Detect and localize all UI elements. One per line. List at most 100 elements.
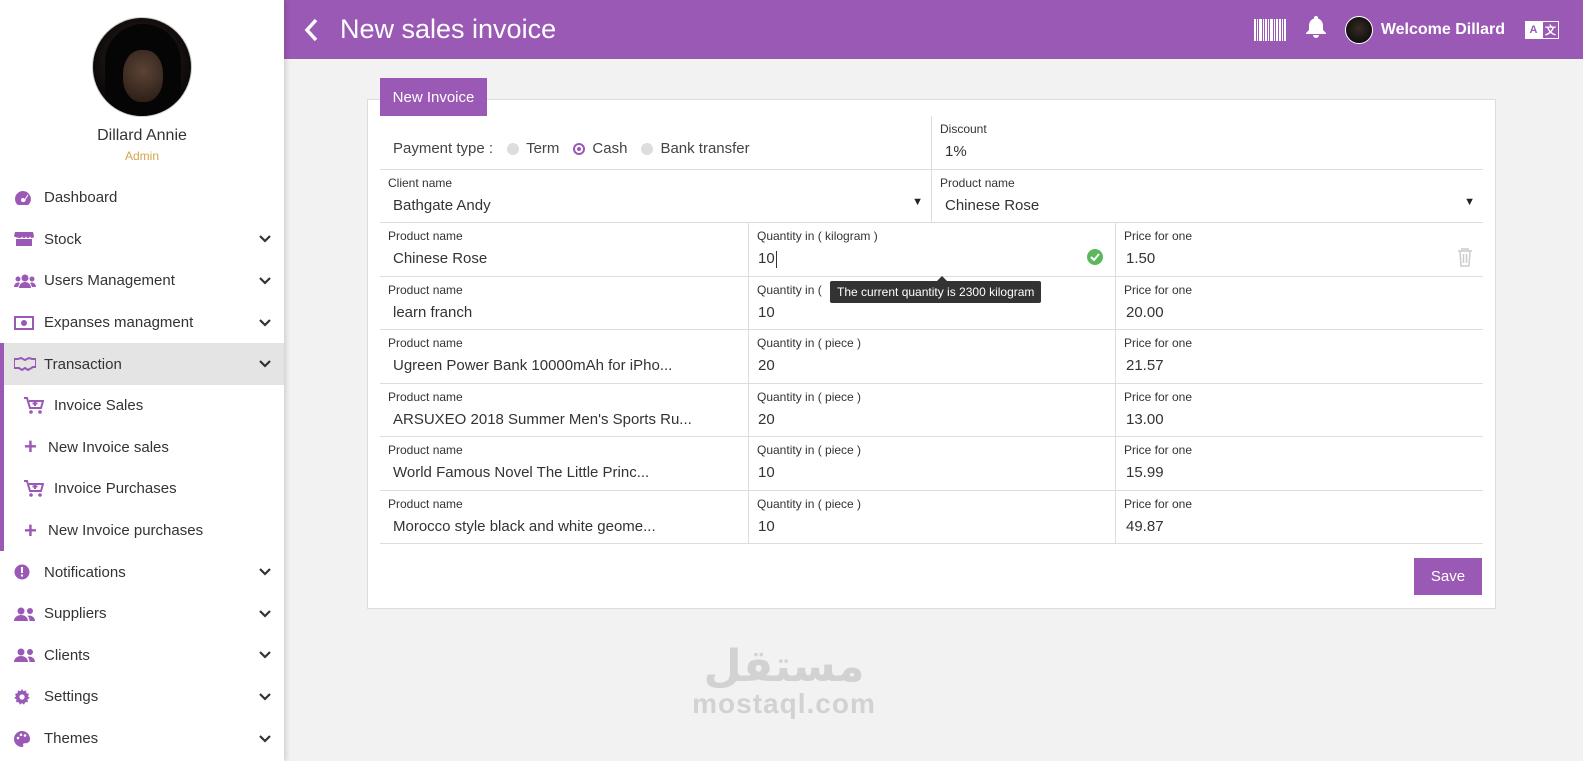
line-quantity-field[interactable]: Quantity in ( piece ) 20 <box>748 330 1115 383</box>
header-avatar[interactable] <box>1344 15 1373 44</box>
radio-bank-transfer[interactable] <box>641 142 654 155</box>
line-price-value[interactable]: 20.00 <box>1126 304 1164 321</box>
line-product-value[interactable]: Morocco style black and white geome... <box>393 518 656 535</box>
line-quantity-input[interactable]: 20 <box>758 411 775 428</box>
sidebar-item-clients[interactable]: Clients <box>0 635 284 677</box>
client-row: Client name Bathgate Andy ▼ Product name… <box>380 169 1483 223</box>
client-label: Client name <box>388 175 453 190</box>
line-price-value[interactable]: 13.00 <box>1126 411 1164 428</box>
line-product-field[interactable]: Product name ARSUXEO 2018 Summer Men's S… <box>380 384 748 437</box>
save-button[interactable]: Save <box>1414 558 1482 595</box>
line-quantity-input[interactable]: 20 <box>758 357 775 374</box>
sidebar-item-dashboard[interactable]: Dashboard <box>0 177 284 219</box>
radio-term-label[interactable]: Term <box>526 140 559 157</box>
sidebar-item-users-management[interactable]: Users Management <box>0 260 284 302</box>
line-quantity-input[interactable]: 10 <box>758 304 775 321</box>
plus-icon: + <box>24 517 37 543</box>
line-product-value[interactable]: learn franch <box>393 304 472 321</box>
line-price-label: Price for one <box>1124 389 1193 404</box>
line-price-field[interactable]: Price for one 49.87 <box>1115 490 1483 543</box>
line-product-label: Product name <box>388 389 463 404</box>
sidebar-item-label: Dashboard <box>44 189 118 207</box>
language-switch-icon[interactable]: A 文 <box>1525 20 1559 39</box>
line-product-label: Product name <box>388 443 463 457</box>
chevron-down-icon <box>258 357 272 371</box>
line-quantity-field[interactable]: Quantity in ( piece ) 10 <box>748 437 1115 490</box>
client-value[interactable]: Bathgate Andy <box>393 197 491 214</box>
line-price-field[interactable]: Price for one 15.99 <box>1115 437 1483 490</box>
payment-row: Payment type : Term Cash Bank transfer D… <box>380 116 1483 170</box>
money-icon <box>14 314 36 332</box>
sidebar-item-invoice-purchases[interactable]: Invoice Purchases <box>4 468 284 510</box>
radio-term[interactable] <box>507 142 520 155</box>
line-product-field[interactable]: Product name World Famous Novel The Litt… <box>380 437 748 490</box>
line-price-value[interactable]: 49.87 <box>1126 518 1164 535</box>
line-product-value[interactable]: ARSUXEO 2018 Summer Men's Sports Ru... <box>393 411 692 428</box>
sidebar: Dillard Annie Admin Dashboard Stock User… <box>0 0 284 761</box>
palette-icon <box>14 730 36 748</box>
radio-cash-label[interactable]: Cash <box>592 140 627 157</box>
payment-type-label: Payment type : <box>393 140 494 157</box>
sidebar-item-notifications[interactable]: Notifications <box>0 551 284 593</box>
sidebar-item-new-invoice-purchases[interactable]: + New Invoice purchases <box>4 510 284 552</box>
new-invoice-tab[interactable]: New Invoice <box>380 78 487 116</box>
product-select-value[interactable]: Chinese Rose <box>945 197 1039 214</box>
line-product-field[interactable]: Product name Chinese Rose <box>380 223 748 276</box>
product-select[interactable]: Product name Chinese Rose ▼ <box>931 169 1483 222</box>
line-product-field[interactable]: Product name Ugreen Power Bank 10000mAh … <box>380 330 748 383</box>
line-quantity-label: Quantity in ( kilogram ) <box>757 229 878 243</box>
sidebar-item-transaction[interactable]: Transaction <box>0 343 284 385</box>
profile: Dillard Annie Admin <box>0 0 284 163</box>
discount-input[interactable]: 1% <box>945 143 967 160</box>
line-price-value[interactable]: 21.57 <box>1126 357 1164 374</box>
product-select-label: Product name <box>940 175 1015 190</box>
sidebar-item-stock[interactable]: Stock <box>0 219 284 261</box>
cart-icon <box>24 396 46 415</box>
sidebar-item-label: Invoice Purchases <box>54 480 177 498</box>
discount-field[interactable]: Discount 1% <box>931 116 1483 169</box>
profile-name: Dillard Annie <box>97 127 187 144</box>
line-quantity-input[interactable]: 10 <box>758 518 775 535</box>
line-price-field[interactable]: Price for one 13.00 <box>1115 383 1483 436</box>
sidebar-item-suppliers[interactable]: Suppliers <box>0 593 284 635</box>
line-quantity-input[interactable]: 10 <box>758 464 775 481</box>
line-item: Product name ARSUXEO 2018 Summer Men's S… <box>380 383 1483 437</box>
line-price-value[interactable]: 1.50 <box>1126 250 1155 267</box>
sidebar-item-new-invoice-sales[interactable]: + New Invoice sales <box>4 427 284 469</box>
gear-icon <box>14 688 36 706</box>
line-quantity-field[interactable]: Quantity in ( kilogram ) 10 <box>748 223 1115 276</box>
welcome-text[interactable]: Welcome Dillard <box>1381 21 1505 39</box>
line-quantity-field[interactable]: Quantity in ( piece ) 10 <box>748 490 1115 543</box>
cart-icon <box>24 479 46 498</box>
back-arrow-icon[interactable] <box>304 18 324 42</box>
barcode-icon[interactable] <box>1253 18 1287 41</box>
line-product-value[interactable]: Ugreen Power Bank 10000mAh for iPho... <box>393 357 672 374</box>
sidebar-item-expanses[interactable]: Expanses managment <box>0 302 284 344</box>
line-product-field[interactable]: Product name learn franch <box>380 277 748 330</box>
line-price-field[interactable]: Price for one 21.57 <box>1115 330 1483 383</box>
line-product-value[interactable]: World Famous Novel The Little Princ... <box>393 464 649 481</box>
transaction-submenu: Invoice Sales + New Invoice sales Invoic… <box>0 384 284 552</box>
caret-down-icon[interactable]: ▼ <box>1464 196 1475 208</box>
page-title: New sales invoice <box>340 14 557 44</box>
trash-icon[interactable] <box>1457 247 1473 272</box>
caret-down-icon[interactable]: ▼ <box>912 196 923 208</box>
sidebar-item-settings[interactable]: Settings <box>0 676 284 718</box>
lang-cjk: 文 <box>1542 20 1559 39</box>
sidebar-item-label: Users Management <box>44 272 175 290</box>
line-product-field[interactable]: Product name Morocco style black and whi… <box>380 491 748 544</box>
sidebar-item-themes[interactable]: Themes <box>0 718 284 760</box>
client-select[interactable]: Client name Bathgate Andy ▼ <box>380 170 931 223</box>
radio-bank-transfer-label[interactable]: Bank transfer <box>660 140 749 157</box>
line-price-field[interactable]: Price for one 20.00 <box>1115 276 1483 329</box>
line-price-field[interactable]: Price for one 1.50 <box>1115 223 1483 276</box>
avatar <box>92 17 192 117</box>
sidebar-item-invoice-sales[interactable]: Invoice Sales <box>4 385 284 427</box>
line-product-value[interactable]: Chinese Rose <box>393 250 487 267</box>
sidebar-item-label: Transaction <box>44 355 122 373</box>
radio-cash[interactable] <box>573 142 586 155</box>
line-quantity-field[interactable]: Quantity in ( piece ) 20 <box>748 383 1115 436</box>
line-price-value[interactable]: 15.99 <box>1126 464 1164 481</box>
bell-icon[interactable] <box>1305 15 1327 44</box>
line-quantity-input[interactable]: 10 <box>758 250 777 268</box>
